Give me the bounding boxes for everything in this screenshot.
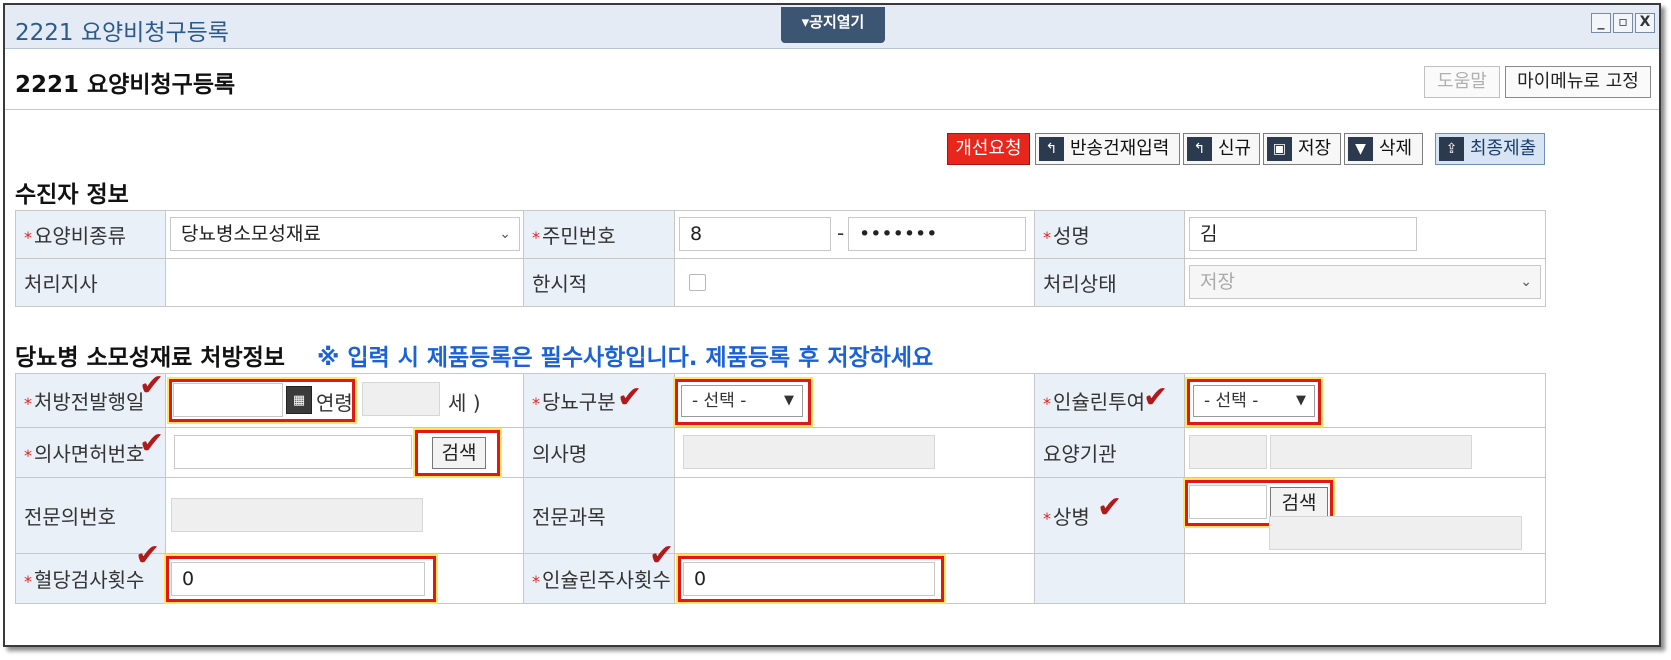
save-label: 저장 xyxy=(1298,138,1332,159)
final-submit-label: 최종제출 xyxy=(1470,138,1537,159)
back-arrow-icon: ↰ xyxy=(1187,137,1212,161)
delete-button[interactable]: ▼ 삭제 xyxy=(1344,133,1423,165)
restore-icon[interactable]: ▫ xyxy=(1613,13,1633,33)
institution-code-input xyxy=(1189,435,1267,469)
temp-label-cell: 한시적 xyxy=(523,258,675,307)
diabetes-type-label-cell: * 당뇨구분 xyxy=(523,373,675,428)
age-suffix: 세 ) xyxy=(448,391,481,415)
doctor-name-label-cell: 의사명 xyxy=(523,427,675,478)
check-mark-icon: ✔ xyxy=(139,368,165,403)
insulin-inject-highlight xyxy=(676,554,946,604)
rrn-front-input[interactable]: 8 xyxy=(679,217,831,251)
main-window: 2221 요양비청구등록 ▾공지열기 _ ▫ X 2221 요양비청구등록 도움… xyxy=(3,3,1661,647)
prescription-notice: ※ 입력 시 제품등록은 필수사항입니다. 제품등록 후 저장하세요 xyxy=(317,345,934,371)
care-type-select[interactable]: 당뇨병소모성재료 ⌄ xyxy=(170,217,520,251)
branch-value-cell xyxy=(165,258,524,307)
care-type-label-cell: * 요양비종류 xyxy=(15,210,166,259)
status-select[interactable]: 저장 ⌄ xyxy=(1189,265,1541,299)
check-mark-icon: ✔ xyxy=(1097,490,1123,525)
submit-icon: ⇪ xyxy=(1439,137,1464,161)
return-reinput-button[interactable]: ↰ 반송건재입력 xyxy=(1035,133,1180,165)
return-reinput-label: 반송건재입력 xyxy=(1070,138,1170,159)
page-header: 2221 요양비청구등록 도움말 마이메뉴로 고정 xyxy=(5,50,1659,110)
rrn-dash: - xyxy=(837,221,845,245)
check-mark-icon: ✔ xyxy=(139,426,165,461)
recipient-section-title: 수진자 정보 xyxy=(15,182,129,208)
trash-icon: ▼ xyxy=(1348,137,1373,161)
delete-label: 삭제 xyxy=(1379,138,1413,159)
window-titlebar: 2221 요양비청구등록 ▾공지열기 _ ▫ X xyxy=(5,5,1659,49)
rrn-back-input[interactable]: ••••••• xyxy=(848,217,1026,251)
back-arrow-icon: ↰ xyxy=(1039,137,1064,161)
disease-name-input xyxy=(1269,516,1522,550)
check-mark-icon: ✔ xyxy=(617,380,643,415)
window-controls: _ ▫ X xyxy=(1591,13,1655,33)
save-button[interactable]: ▣ 저장 xyxy=(1263,133,1341,165)
new-label: 신규 xyxy=(1218,138,1252,159)
final-submit-button[interactable]: ⇪ 최종제출 xyxy=(1435,133,1545,165)
institution-name-input xyxy=(1270,435,1472,469)
check-mark-icon: ✔ xyxy=(135,538,161,573)
temp-checkbox[interactable] xyxy=(689,274,706,291)
notice-open-tab[interactable]: ▾공지열기 xyxy=(781,7,885,43)
license-search-highlight xyxy=(413,428,502,478)
page-title: 2221 요양비청구등록 xyxy=(15,72,236,98)
license-input[interactable] xyxy=(174,435,412,469)
check-mark-icon: ✔ xyxy=(649,538,675,573)
empty-value-cell xyxy=(1184,553,1546,604)
help-button[interactable]: 도움말 xyxy=(1424,66,1500,98)
window-title: 2221 요양비청구등록 xyxy=(15,20,229,46)
specialist-no-input xyxy=(171,498,423,532)
recipient-info-table: * 요양비종류 당뇨병소모성재료 ⌄ * 주민번호 8 - ••••••• * 성명 xyxy=(15,210,1546,307)
minimize-icon[interactable]: _ xyxy=(1591,13,1611,33)
name-input[interactable]: 김 xyxy=(1189,217,1417,251)
empty-label-cell xyxy=(1034,553,1185,604)
close-icon[interactable]: X xyxy=(1635,13,1655,33)
rrn-label-cell: * 주민번호 xyxy=(523,210,675,259)
prescription-info-table: * 처방전발행일 ▦ 연령 세 ) * 당뇨구분 - 선택 - ▼ * 인슐린투여 xyxy=(15,373,1546,604)
improve-request-button[interactable]: 개선요청 xyxy=(947,133,1030,165)
action-toolbar: 개선요청 ↰ 반송건재입력 ↰ 신규 ▣ 저장 ▼ 삭제 ⇪ 최종제출 xyxy=(5,133,1659,165)
insulin-highlight xyxy=(1185,377,1323,427)
institution-label-cell: 요양기관 xyxy=(1034,427,1185,478)
pin-mymenu-button[interactable]: 마이메뉴로 고정 xyxy=(1505,66,1651,98)
issue-date-highlight xyxy=(167,377,357,424)
age-input xyxy=(362,382,440,416)
prescription-section-title: 당뇨병 소모성재료 처방정보 xyxy=(15,345,285,371)
glucose-test-highlight xyxy=(164,554,438,604)
name-label-cell: * 성명 xyxy=(1034,210,1185,259)
chevron-down-icon: ⌄ xyxy=(1520,274,1532,290)
new-button[interactable]: ↰ 신규 xyxy=(1183,133,1260,165)
diabetes-type-highlight xyxy=(673,377,813,427)
improve-request-label: 개선요청 xyxy=(955,138,1022,159)
specialty-value-cell xyxy=(674,477,1035,554)
chevron-down-icon: ⌄ xyxy=(499,226,511,242)
status-label-cell: 처리상태 xyxy=(1034,258,1185,307)
save-disk-icon: ▣ xyxy=(1267,137,1292,161)
branch-label-cell: 처리지사 xyxy=(15,258,166,307)
doctor-name-input xyxy=(683,435,935,469)
check-mark-icon: ✔ xyxy=(1143,380,1169,415)
